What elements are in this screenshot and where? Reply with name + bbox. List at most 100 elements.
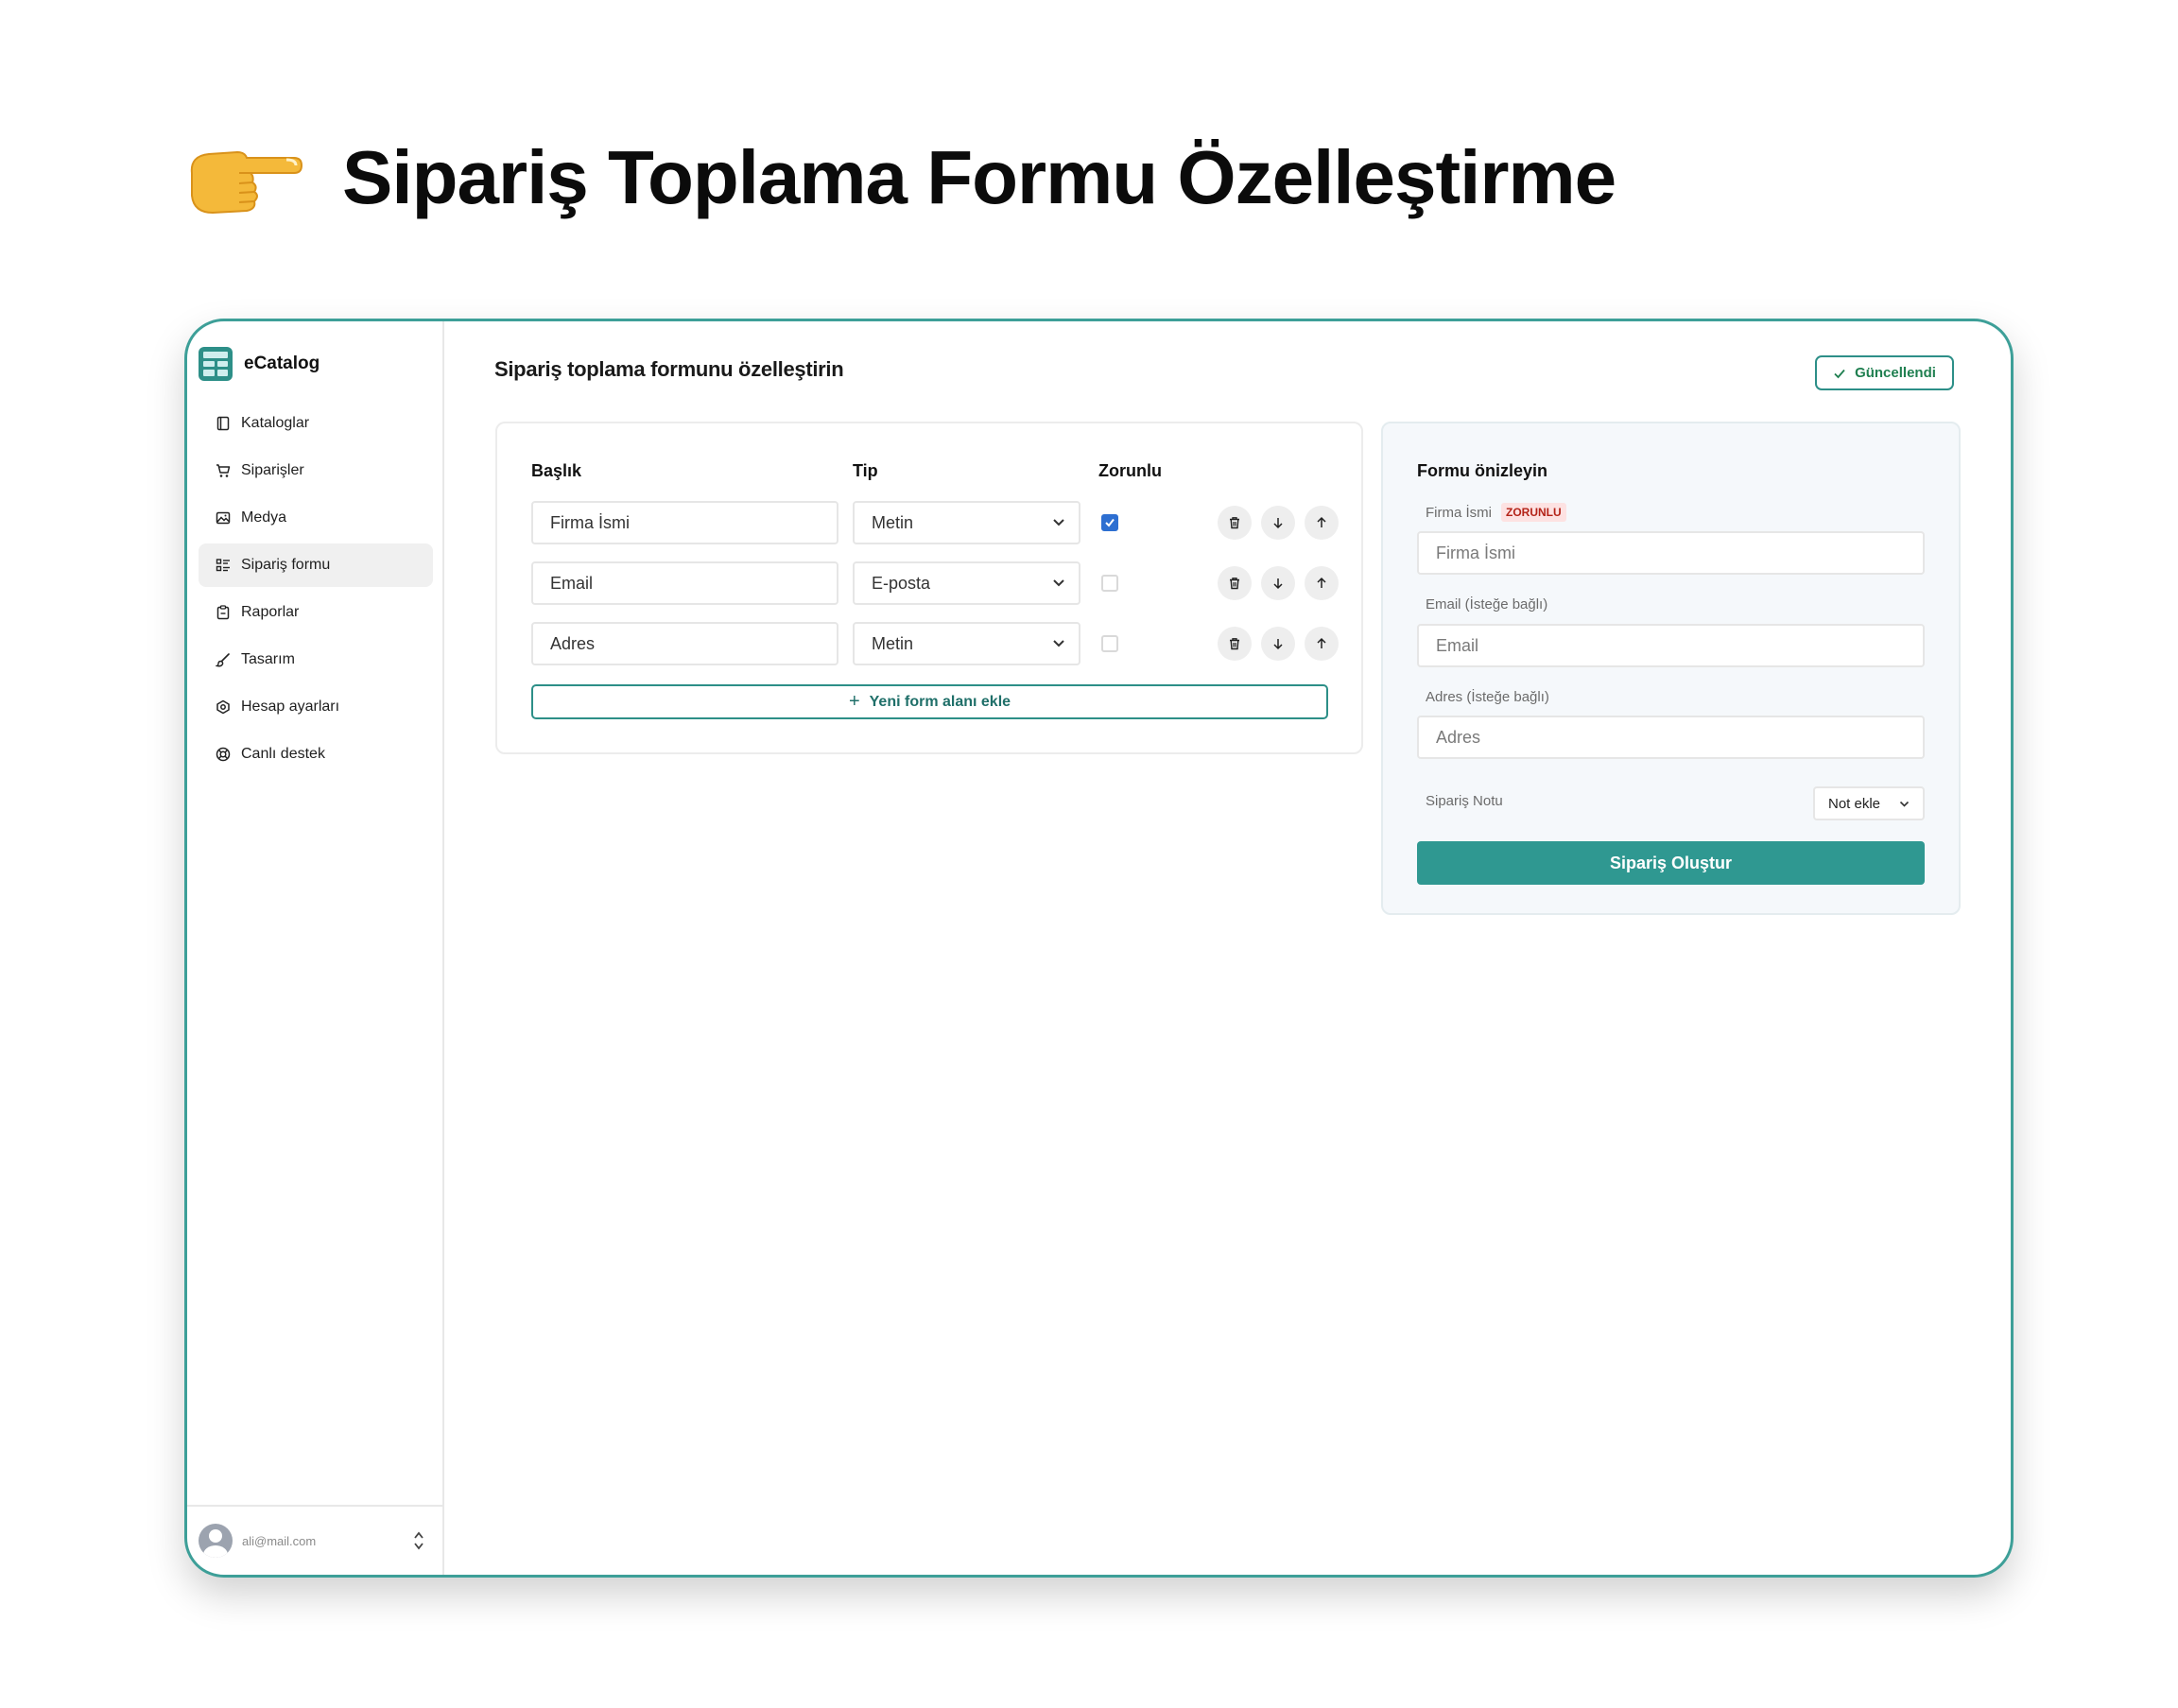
- chevron-down-icon: [1053, 579, 1064, 587]
- brush-icon: [216, 653, 230, 667]
- preview-field-label: Adres (İsteğe bağlı): [1426, 689, 1549, 705]
- pointing-hand-icon: [190, 150, 302, 215]
- order-note-label-text: Sipariş Notu: [1426, 793, 1503, 809]
- form-fields-editor: Başlık Tip Zorunlu Firma İsmi Metin Emai…: [495, 422, 1363, 754]
- field-type-value: Metin: [872, 512, 914, 532]
- delete-field-button[interactable]: [1218, 627, 1252, 661]
- field-title-input[interactable]: Adres: [531, 622, 838, 665]
- order-note-label: Sipariş Notu: [1426, 793, 1503, 809]
- preview-field-label-text: Firma İsmi: [1426, 504, 1492, 521]
- field-title-value: Email: [550, 573, 594, 593]
- lifebuoy-icon: [216, 747, 231, 762]
- sidebar-item-label: Hesap ayarları: [241, 699, 340, 715]
- placeholder-text: Email: [1436, 635, 1479, 655]
- arrow-up-icon: [1317, 637, 1326, 648]
- settings-hex-icon: [216, 699, 230, 715]
- sidebar-item-label: Kataloglar: [241, 415, 310, 431]
- sidebar-item-canli-destek[interactable]: Canlı destek: [199, 733, 433, 776]
- move-up-button[interactable]: [1305, 506, 1339, 540]
- trash-icon: [1230, 517, 1239, 529]
- user-menu[interactable]: ali@mail.com: [187, 1505, 442, 1575]
- sidebar-item-tasarim[interactable]: Tasarım: [199, 638, 433, 681]
- add-note-label: Not ekle: [1828, 795, 1881, 812]
- sidebar-item-label: Tasarım: [241, 651, 295, 667]
- column-header-title: Başlık: [531, 461, 582, 480]
- app-window: eCatalog Kataloglar Siparişler Medya Sip…: [184, 319, 2014, 1578]
- move-down-button[interactable]: [1261, 566, 1295, 600]
- cart-icon: [216, 464, 231, 477]
- sidebar-item-medya[interactable]: Medya: [199, 496, 433, 540]
- field-type-select[interactable]: Metin: [853, 501, 1080, 544]
- move-up-button[interactable]: [1305, 627, 1339, 661]
- arrow-down-icon: [1273, 639, 1283, 650]
- chevron-down-icon: [1899, 801, 1910, 807]
- field-title-value: Adres: [550, 633, 596, 653]
- required-checkbox[interactable]: [1101, 635, 1118, 652]
- preview-title: Formu önizleyin: [1417, 461, 1548, 480]
- preview-address-input[interactable]: Adres: [1417, 716, 1925, 759]
- field-type-select[interactable]: E-posta: [853, 561, 1080, 605]
- check-icon: [1834, 369, 1845, 378]
- preview-email-input[interactable]: Email: [1417, 624, 1925, 667]
- column-header-type: Tip: [853, 461, 878, 480]
- image-icon: [216, 511, 231, 525]
- arrow-up-icon: [1317, 516, 1326, 527]
- sidebar-item-label: Canlı destek: [241, 746, 325, 762]
- clipboard-icon: [216, 605, 230, 620]
- sidebar-item-siparisler[interactable]: Siparişler: [199, 449, 433, 492]
- field-type-value: E-posta: [872, 573, 931, 593]
- sidebar-item-hesap-ayarlari[interactable]: Hesap ayarları: [199, 685, 433, 729]
- sidebar-item-label: Sipariş formu: [241, 557, 331, 573]
- field-title-input[interactable]: Firma İsmi: [531, 501, 838, 544]
- sidebar: eCatalog Kataloglar Siparişler Medya Sip…: [187, 321, 444, 1575]
- field-type-select[interactable]: Metin: [853, 622, 1080, 665]
- arrow-down-icon: [1273, 518, 1283, 529]
- user-email: ali@mail.com: [242, 1533, 317, 1548]
- form-list-icon: [216, 559, 230, 572]
- headline-title: Sipariş Toplama Formu Özelleştirme: [342, 135, 1616, 219]
- plus-icon: +: [848, 691, 860, 712]
- preview-field-label: Email (İsteğe bağlı): [1426, 596, 1547, 612]
- sidebar-item-siparis-formu[interactable]: Sipariş formu: [199, 543, 433, 587]
- required-badge: ZORUNLU: [1501, 503, 1566, 522]
- required-checkbox[interactable]: [1101, 575, 1118, 592]
- placeholder-text: Adres: [1436, 727, 1481, 747]
- brand[interactable]: eCatalog: [199, 347, 320, 381]
- column-header-required: Zorunlu: [1098, 461, 1162, 480]
- create-order-button[interactable]: Sipariş Oluştur: [1417, 841, 1925, 885]
- chevron-down-icon: [1053, 640, 1064, 647]
- required-checkbox[interactable]: [1101, 514, 1118, 531]
- preview-field-label: Firma İsmi ZORUNLU: [1426, 503, 1566, 522]
- updated-status-button[interactable]: Güncellendi: [1815, 355, 1954, 390]
- sidebar-item-label: Raporlar: [241, 604, 300, 620]
- field-title-value: Firma İsmi: [550, 512, 630, 532]
- book-icon: [216, 416, 230, 431]
- move-up-button[interactable]: [1305, 566, 1339, 600]
- add-form-field-button[interactable]: + Yeni form alanı ekle: [531, 684, 1328, 719]
- move-down-button[interactable]: [1261, 506, 1295, 540]
- sidebar-nav: Kataloglar Siparişler Medya Sipariş form…: [199, 402, 433, 780]
- preview-company-input[interactable]: Firma İsmi: [1417, 531, 1925, 575]
- field-type-value: Metin: [872, 633, 914, 653]
- add-note-button[interactable]: Not ekle: [1813, 786, 1925, 820]
- sidebar-item-label: Medya: [241, 509, 287, 526]
- sidebar-item-raporlar[interactable]: Raporlar: [199, 591, 433, 634]
- checkmark-icon: [1105, 518, 1115, 527]
- trash-icon: [1230, 578, 1239, 590]
- sidebar-item-label: Siparişler: [241, 462, 304, 478]
- sidebar-item-kataloglar[interactable]: Kataloglar: [199, 402, 433, 445]
- trash-icon: [1230, 638, 1239, 650]
- move-down-button[interactable]: [1261, 627, 1295, 661]
- page-headline: Sipariş Toplama Formu Özelleştirme: [184, 121, 1616, 234]
- updated-label: Güncellendi: [1855, 365, 1936, 381]
- chevron-up-down-icon[interactable]: [412, 1529, 425, 1552]
- page-title: Sipariş toplama formunu özelleştirin: [494, 357, 844, 381]
- brand-name: eCatalog: [244, 354, 320, 373]
- delete-field-button[interactable]: [1218, 566, 1252, 600]
- arrow-up-icon: [1317, 577, 1326, 588]
- placeholder-text: Firma İsmi: [1436, 543, 1515, 562]
- avatar: [199, 1524, 233, 1558]
- chevron-down-icon: [1053, 519, 1064, 526]
- field-title-input[interactable]: Email: [531, 561, 838, 605]
- delete-field-button[interactable]: [1218, 506, 1252, 540]
